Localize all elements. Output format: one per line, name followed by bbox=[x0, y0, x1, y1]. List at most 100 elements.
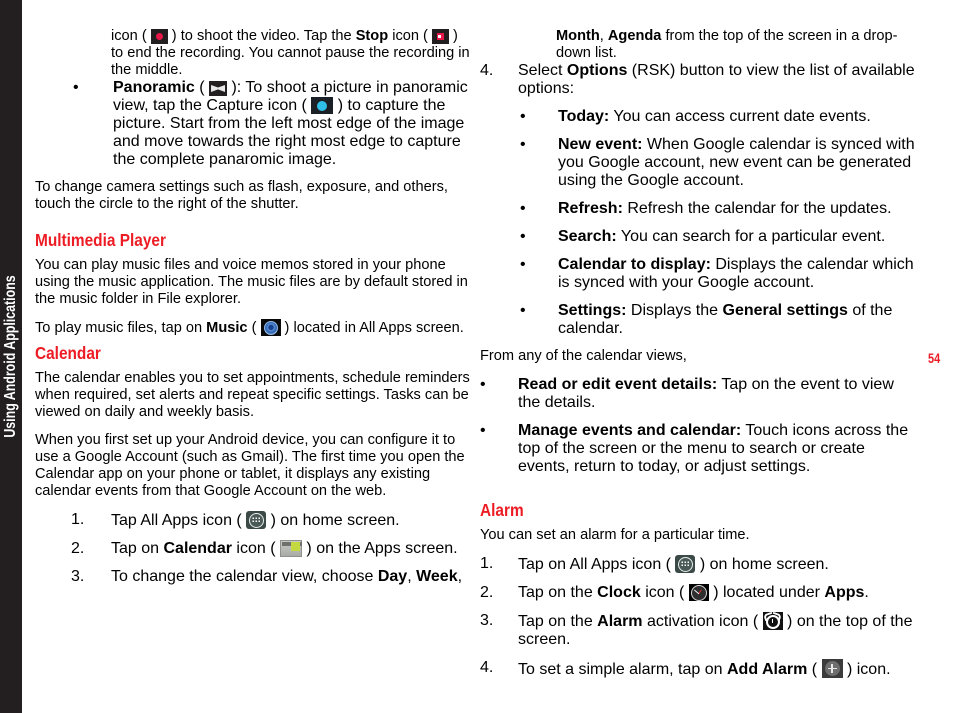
step2-text-2: icon ( bbox=[231, 540, 280, 557]
alarm-hand bbox=[771, 618, 774, 623]
alarm-step-2: 2. Tap on the Clock icon ( ) located und… bbox=[480, 584, 916, 602]
bullet-marker: • bbox=[520, 108, 526, 125]
alarm2-text-1: Tap on the bbox=[518, 584, 598, 601]
panoramic-bullet-item: • Panoramic ( ): To shoot a picture in p… bbox=[35, 79, 471, 169]
calendar-heading: Calendar bbox=[35, 343, 101, 363]
view-bullet-read-edit: • Read or edit event details: Tap on the… bbox=[480, 376, 916, 412]
today-bold: Today: bbox=[558, 108, 610, 125]
multimedia-paragraph-1: You can play music files and voice memos… bbox=[35, 257, 468, 307]
step3-text-3: , bbox=[457, 568, 463, 585]
step-body: To change the calendar view, choose Day,… bbox=[111, 568, 471, 586]
step-number: 3. bbox=[71, 568, 85, 585]
option-body: Settings: Displays the General settings … bbox=[558, 302, 916, 338]
general-settings-bold: General settings bbox=[722, 302, 848, 319]
record-icon bbox=[150, 29, 168, 44]
refresh-bold: Refresh: bbox=[558, 200, 623, 217]
option-body: Today: You can access current date event… bbox=[558, 108, 916, 126]
video-continuation-paragraph: icon ( ) to shoot the video. Tap the Sto… bbox=[35, 28, 471, 79]
step-number: 2. bbox=[71, 540, 85, 557]
calendar-icon bbox=[279, 540, 302, 557]
bullet-marker: • bbox=[520, 302, 526, 319]
calendar-step-3: 3. To change the calendar view, choose D… bbox=[35, 568, 471, 586]
view-bullet-manage: • Manage events and calendar: Touch icon… bbox=[480, 422, 916, 476]
calendar-step-1: 1. Tap All Apps icon ( ) on home screen. bbox=[35, 511, 471, 530]
step-body: Tap on Calendar icon ( ) on the Apps scr… bbox=[111, 540, 471, 558]
option-bullet-search: • Search: You can search for a particula… bbox=[520, 228, 916, 246]
option-bullet-refresh: • Refresh: Refresh the calendar for the … bbox=[520, 200, 916, 218]
page-number: 54 bbox=[928, 350, 941, 366]
options-bold: Options bbox=[566, 62, 628, 79]
panoramic-text-1: ( bbox=[194, 79, 210, 96]
agenda-bold: Agenda bbox=[607, 28, 662, 44]
multimedia-paragraph-2: To play music files, tap on Music ( ) lo… bbox=[35, 319, 471, 337]
alarm-intro-paragraph: You can set an alarm for a particular ti… bbox=[480, 527, 750, 543]
step3-continuation: Month, Agenda from the top of the screen… bbox=[480, 28, 916, 62]
settings-bold: Settings: bbox=[558, 302, 627, 319]
step3-text-2: , bbox=[407, 568, 417, 585]
music-text-3: ) located in All Apps screen. bbox=[280, 320, 464, 336]
step1-text-1: Tap All Apps icon ( bbox=[111, 512, 247, 529]
cont-text-1: , bbox=[599, 28, 608, 44]
read-edit-bold: Read or edit event details: bbox=[518, 376, 718, 393]
option-bullet-list: • Today: You can access current date eve… bbox=[480, 108, 916, 338]
step-number: 2. bbox=[480, 584, 494, 601]
page-content: 54 icon ( ) to shoot the video. Tap the … bbox=[22, 0, 968, 713]
sidebar-chapter-tab: Using Android Applications bbox=[0, 0, 22, 713]
calendar-bold: Calendar bbox=[163, 540, 232, 557]
all-apps-icon bbox=[246, 511, 267, 529]
bullet-marker: • bbox=[520, 256, 526, 273]
panoramic-icon bbox=[209, 81, 228, 96]
new-event-bold: New event: bbox=[558, 136, 643, 153]
alarm3-text-1: Tap on the bbox=[518, 613, 598, 630]
from-views-paragraph: From any of the calendar views, bbox=[480, 348, 687, 364]
all-apps-icon bbox=[675, 555, 696, 573]
alarm2-text-3: ) located under bbox=[708, 584, 825, 601]
day-bold: Day bbox=[377, 568, 408, 585]
right-column: Month, Agenda from the top of the screen… bbox=[480, 28, 916, 689]
alarm1-text-2: ) on home screen. bbox=[695, 556, 829, 573]
multimedia-player-heading: Multimedia Player bbox=[35, 230, 166, 250]
refresh-text: Refresh the calendar for the updates. bbox=[622, 200, 892, 217]
alarm3-text-2: activation icon ( bbox=[642, 613, 763, 630]
bullet-marker: • bbox=[520, 136, 526, 153]
alarm-heading: Alarm bbox=[480, 500, 524, 520]
panoramic-bullet-body: Panoramic ( ): To shoot a picture in pan… bbox=[113, 79, 471, 169]
option-bullet-today: • Today: You can access current date eve… bbox=[520, 108, 916, 126]
week-bold: Week bbox=[416, 568, 458, 585]
option-bullet-new-event: • New event: When Google calendar is syn… bbox=[520, 136, 916, 190]
settings-text-1: Displays the bbox=[626, 302, 723, 319]
alarm-bold: Alarm bbox=[597, 613, 643, 630]
music-text-2: ( bbox=[247, 320, 261, 336]
option-bullet-calendar-to-display: • Calendar to display: Displays the cale… bbox=[520, 256, 916, 292]
step-number: 4. bbox=[480, 62, 494, 79]
add-alarm-bold: Add Alarm bbox=[726, 661, 808, 678]
bullet-marker: • bbox=[73, 79, 79, 96]
step2-text-1: Tap on bbox=[111, 540, 164, 557]
option-body: Refresh: Refresh the calendar for the up… bbox=[558, 200, 916, 218]
bullet-marker: • bbox=[520, 228, 526, 245]
all-apps-dots bbox=[252, 517, 261, 523]
sidebar-tab-rotator: Using Android Applications bbox=[0, 0, 22, 713]
video-text-3: icon ( bbox=[388, 28, 432, 44]
step-body: Tap on the Alarm activation icon ( ) on … bbox=[518, 611, 916, 649]
step3-text-1: To change the calendar view, choose bbox=[111, 568, 378, 585]
view-body: Read or edit event details: Tap on the e… bbox=[518, 376, 916, 412]
manage-bold: Manage events and calendar: bbox=[518, 422, 742, 439]
step-body: Select Options (RSK) button to view the … bbox=[518, 62, 916, 98]
step-number: 3. bbox=[480, 612, 494, 629]
stop-icon bbox=[431, 29, 449, 44]
alarm-icon bbox=[762, 611, 783, 630]
search-bold: Search: bbox=[558, 228, 617, 245]
alarm4-text-1: To set a simple alarm, tap on bbox=[518, 661, 727, 678]
add-alarm-icon bbox=[821, 659, 843, 678]
left-column: icon ( ) to shoot the video. Tap the Sto… bbox=[35, 28, 471, 596]
step-body: Tap All Apps icon ( ) on home screen. bbox=[111, 511, 471, 530]
alarm-step-1: 1. Tap on All Apps icon ( ) on home scre… bbox=[480, 555, 916, 574]
clock-bold: Clock bbox=[597, 584, 641, 601]
alarm-step-3: 3. Tap on the Alarm activation icon ( ) … bbox=[480, 611, 916, 649]
camera-settings-paragraph: To change camera settings such as flash,… bbox=[35, 179, 448, 212]
option-body: New event: When Google calendar is synce… bbox=[558, 136, 916, 190]
option-bullet-settings: • Settings: Displays the General setting… bbox=[520, 302, 916, 338]
calendar-to-display-bold: Calendar to display: bbox=[558, 256, 711, 273]
alarm1-text-1: Tap on All Apps icon ( bbox=[518, 556, 676, 573]
